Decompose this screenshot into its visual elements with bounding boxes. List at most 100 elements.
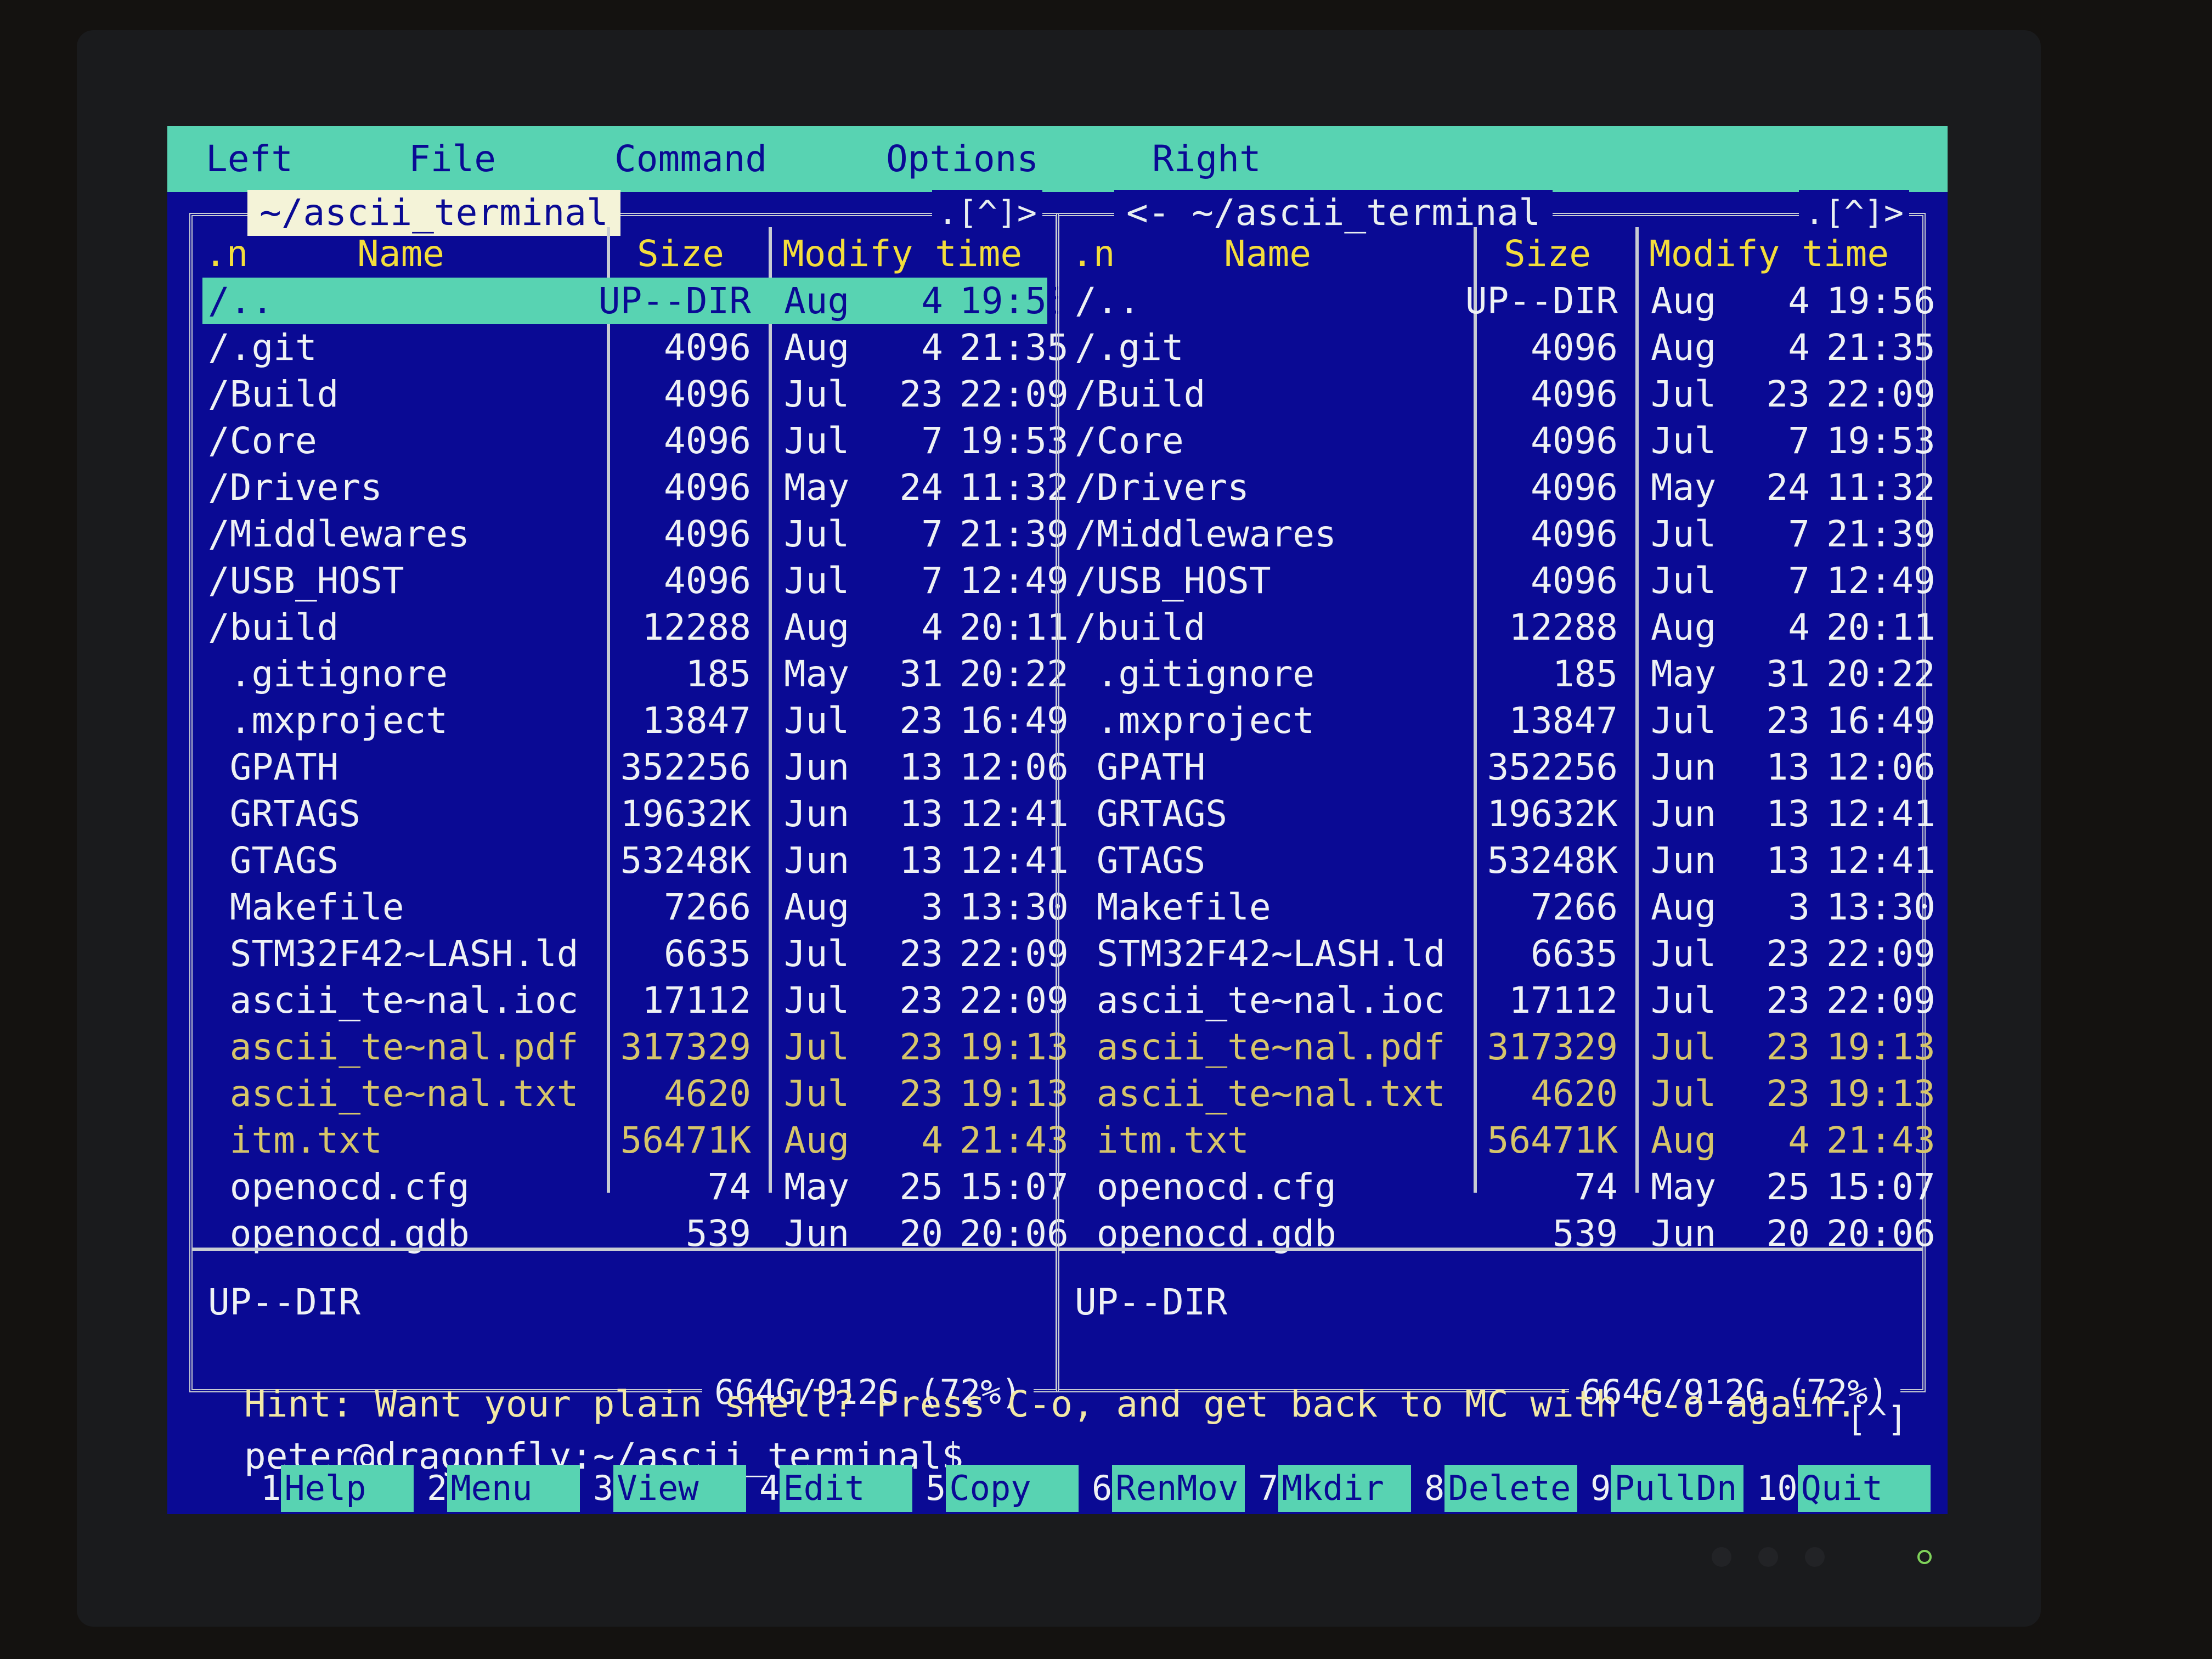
- file-row[interactable]: GRTAGS 19632K Jun 13 12:41: [202, 791, 1069, 837]
- file-row[interactable]: /USB_HOST 4096 Jul 7 12:49: [202, 557, 1069, 604]
- file-row[interactable]: /Core 4096 Jul 7 19:53: [202, 417, 1069, 464]
- file-row[interactable]: /build 12288 Aug 4 20:11: [202, 604, 1069, 651]
- fkey-pulldn[interactable]: 9PullDn: [1590, 1465, 1744, 1512]
- right-panel[interactable]: <- ~/ascii_terminal .[^]> .n Name Size M…: [1056, 190, 1936, 1415]
- file-name: GPATH: [208, 746, 339, 788]
- file-day: 31: [1766, 653, 1810, 695]
- file-row[interactable]: itm.txt 56471K Aug 4 21:43: [202, 1117, 1069, 1164]
- file-row[interactable]: GTAGS 53248K Jun 13 12:41: [202, 837, 1069, 884]
- file-row[interactable]: /Build 4096 Jul 23 22:09: [202, 371, 1069, 417]
- file-row[interactable]: GRTAGS 19632K Jun 13 12:41: [1069, 791, 1936, 837]
- fkey-renmov[interactable]: 6RenMov: [1092, 1465, 1245, 1512]
- file-list: /.. UP--DIR Aug 4 19:56 /.git 4096 Aug 4 21:35/Bu…: [202, 278, 1069, 1257]
- file-month: Jul: [784, 699, 850, 742]
- file-month: Jun: [1651, 793, 1717, 835]
- file-row[interactable]: .gitignore 185 May 31 20:22: [202, 651, 1069, 697]
- menu-item-right[interactable]: Right: [1152, 138, 1261, 180]
- file-name: .gitignore: [208, 653, 448, 695]
- fkey-label: Menu: [447, 1465, 580, 1512]
- menu-item-options[interactable]: Options: [886, 138, 1039, 180]
- file-row[interactable]: /Drivers 4096 May 24 11:32: [202, 464, 1069, 511]
- file-row[interactable]: ascii_te~nal.ioc 17112 Jul 23 22:09: [1069, 977, 1936, 1024]
- fkey-delete[interactable]: 8Delete: [1424, 1465, 1578, 1512]
- file-month: Aug: [784, 886, 850, 928]
- file-row[interactable]: openocd.cfg 74 May 25 15:07: [202, 1164, 1069, 1210]
- menu-item-command[interactable]: Command: [614, 138, 767, 180]
- file-row[interactable]: STM32F42~LASH.ld 6635 Jul 23 22:09: [202, 930, 1069, 977]
- menu-item-left[interactable]: Left: [206, 138, 293, 180]
- file-row[interactable]: .mxproject 13847 Jul 23 16:49: [202, 697, 1069, 744]
- file-row[interactable]: /.. UP--DIR Aug 4 19:56: [1069, 278, 1936, 324]
- fkey-quit[interactable]: 10Quit: [1757, 1465, 1931, 1512]
- fkey-edit[interactable]: 4Edit: [759, 1465, 913, 1512]
- file-row[interactable]: GTAGS 53248K Jun 13 12:41: [1069, 837, 1936, 884]
- file-row[interactable]: /Build 4096 Jul 23 22:09: [1069, 371, 1936, 417]
- column-header-name[interactable]: Name: [357, 229, 444, 279]
- file-row[interactable]: STM32F42~LASH.ld 6635 Jul 23 22:09: [1069, 930, 1936, 977]
- file-day: 31: [899, 653, 943, 695]
- menu-item-file[interactable]: File: [409, 138, 496, 180]
- file-time: 21:39: [1826, 513, 1936, 555]
- file-row[interactable]: Makefile 7266 Aug 3 13:30: [202, 884, 1069, 930]
- fkey-menu[interactable]: 2Menu: [427, 1465, 580, 1512]
- column-header-time[interactable]: Modify time: [1649, 229, 1889, 279]
- column-header-name[interactable]: Name: [1224, 229, 1311, 279]
- file-name: GRTAGS: [1075, 793, 1228, 835]
- file-time: 12:06: [960, 746, 1069, 788]
- column-header-time[interactable]: Modify time: [782, 229, 1022, 279]
- fkey-copy[interactable]: 5Copy: [926, 1465, 1079, 1512]
- file-row[interactable]: ascii_te~nal.txt 4620 Jul 23 19:13: [1069, 1070, 1936, 1117]
- sort-indicator[interactable]: .n: [1071, 229, 1115, 279]
- file-row[interactable]: /.git 4096 Aug 4 21:35: [1069, 324, 1936, 371]
- file-row[interactable]: ascii_te~nal.txt 4620 Jul 23 19:13: [202, 1070, 1069, 1117]
- file-size: 17112: [1509, 979, 1618, 1022]
- fkey-number: 4: [759, 1468, 780, 1508]
- file-day: 13: [1766, 746, 1810, 788]
- file-name: openocd.cfg: [208, 1166, 470, 1208]
- column-header-size[interactable]: Size: [637, 229, 724, 279]
- monitor-button: [1712, 1547, 1731, 1567]
- file-row[interactable]: .mxproject 13847 Jul 23 16:49: [1069, 697, 1936, 744]
- file-month: Aug: [784, 1119, 850, 1161]
- file-size: 4096: [1531, 560, 1618, 602]
- file-row[interactable]: .gitignore 185 May 31 20:22: [1069, 651, 1936, 697]
- column-header-size[interactable]: Size: [1504, 229, 1591, 279]
- file-row[interactable]: /.git 4096 Aug 4 21:35: [202, 324, 1069, 371]
- hint-corner[interactable]: [^]: [1846, 1400, 1908, 1438]
- file-row[interactable]: ascii_te~nal.ioc 17112 Jul 23 22:09: [202, 977, 1069, 1024]
- file-row[interactable]: /Drivers 4096 May 24 11:32: [1069, 464, 1936, 511]
- file-day: 3: [1788, 886, 1810, 928]
- file-name: /Drivers: [208, 466, 382, 509]
- file-size: 4096: [1531, 513, 1618, 555]
- file-month: Jun: [784, 746, 850, 788]
- file-day: 23: [1766, 373, 1810, 415]
- file-month: Jul: [1651, 373, 1717, 415]
- file-day: 23: [899, 1073, 943, 1115]
- left-panel[interactable]: ~/ascii_terminal .[^]> .n Name Size Modi…: [189, 190, 1069, 1415]
- file-row[interactable]: Makefile 7266 Aug 3 13:30: [1069, 884, 1936, 930]
- file-month: Jul: [1651, 1026, 1717, 1068]
- file-time: 22:09: [1826, 933, 1936, 975]
- file-row[interactable]: openocd.cfg 74 May 25 15:07: [1069, 1164, 1936, 1210]
- sort-indicator[interactable]: .n: [205, 229, 248, 279]
- file-row[interactable]: ascii_te~nal.pdf 317329 Jul 23 19:13: [1069, 1024, 1936, 1070]
- fkey-view[interactable]: 3View: [593, 1465, 747, 1512]
- file-row[interactable]: GPATH 352256 Jun 13 12:06: [1069, 744, 1936, 791]
- file-time: 20:22: [1826, 653, 1936, 695]
- fkey-mkdir[interactable]: 7Mkdir: [1258, 1465, 1412, 1512]
- file-row[interactable]: /.. UP--DIR Aug 4 19:56: [202, 278, 1069, 324]
- file-row[interactable]: /Core 4096 Jul 7 19:53: [1069, 417, 1936, 464]
- file-row[interactable]: /Middlewares 4096 Jul 7 21:39: [202, 511, 1069, 557]
- file-size: 4096: [664, 466, 751, 509]
- file-day: 4: [921, 1119, 943, 1161]
- file-day: 24: [1766, 466, 1810, 509]
- file-row[interactable]: ascii_te~nal.pdf 317329 Jul 23 19:13: [202, 1024, 1069, 1070]
- file-name: ascii_te~nal.ioc: [1075, 979, 1446, 1022]
- terminal-screen: Left File Command Options Right ~/ascii_term…: [167, 126, 1948, 1514]
- file-row[interactable]: itm.txt 56471K Aug 4 21:43: [1069, 1117, 1936, 1164]
- file-row[interactable]: GPATH 352256 Jun 13 12:06: [202, 744, 1069, 791]
- file-row[interactable]: /Middlewares 4096 Jul 7 21:39: [1069, 511, 1936, 557]
- file-row[interactable]: /build 12288 Aug 4 20:11: [1069, 604, 1936, 651]
- file-row[interactable]: /USB_HOST 4096 Jul 7 12:49: [1069, 557, 1936, 604]
- fkey-help[interactable]: 1Help: [261, 1465, 414, 1512]
